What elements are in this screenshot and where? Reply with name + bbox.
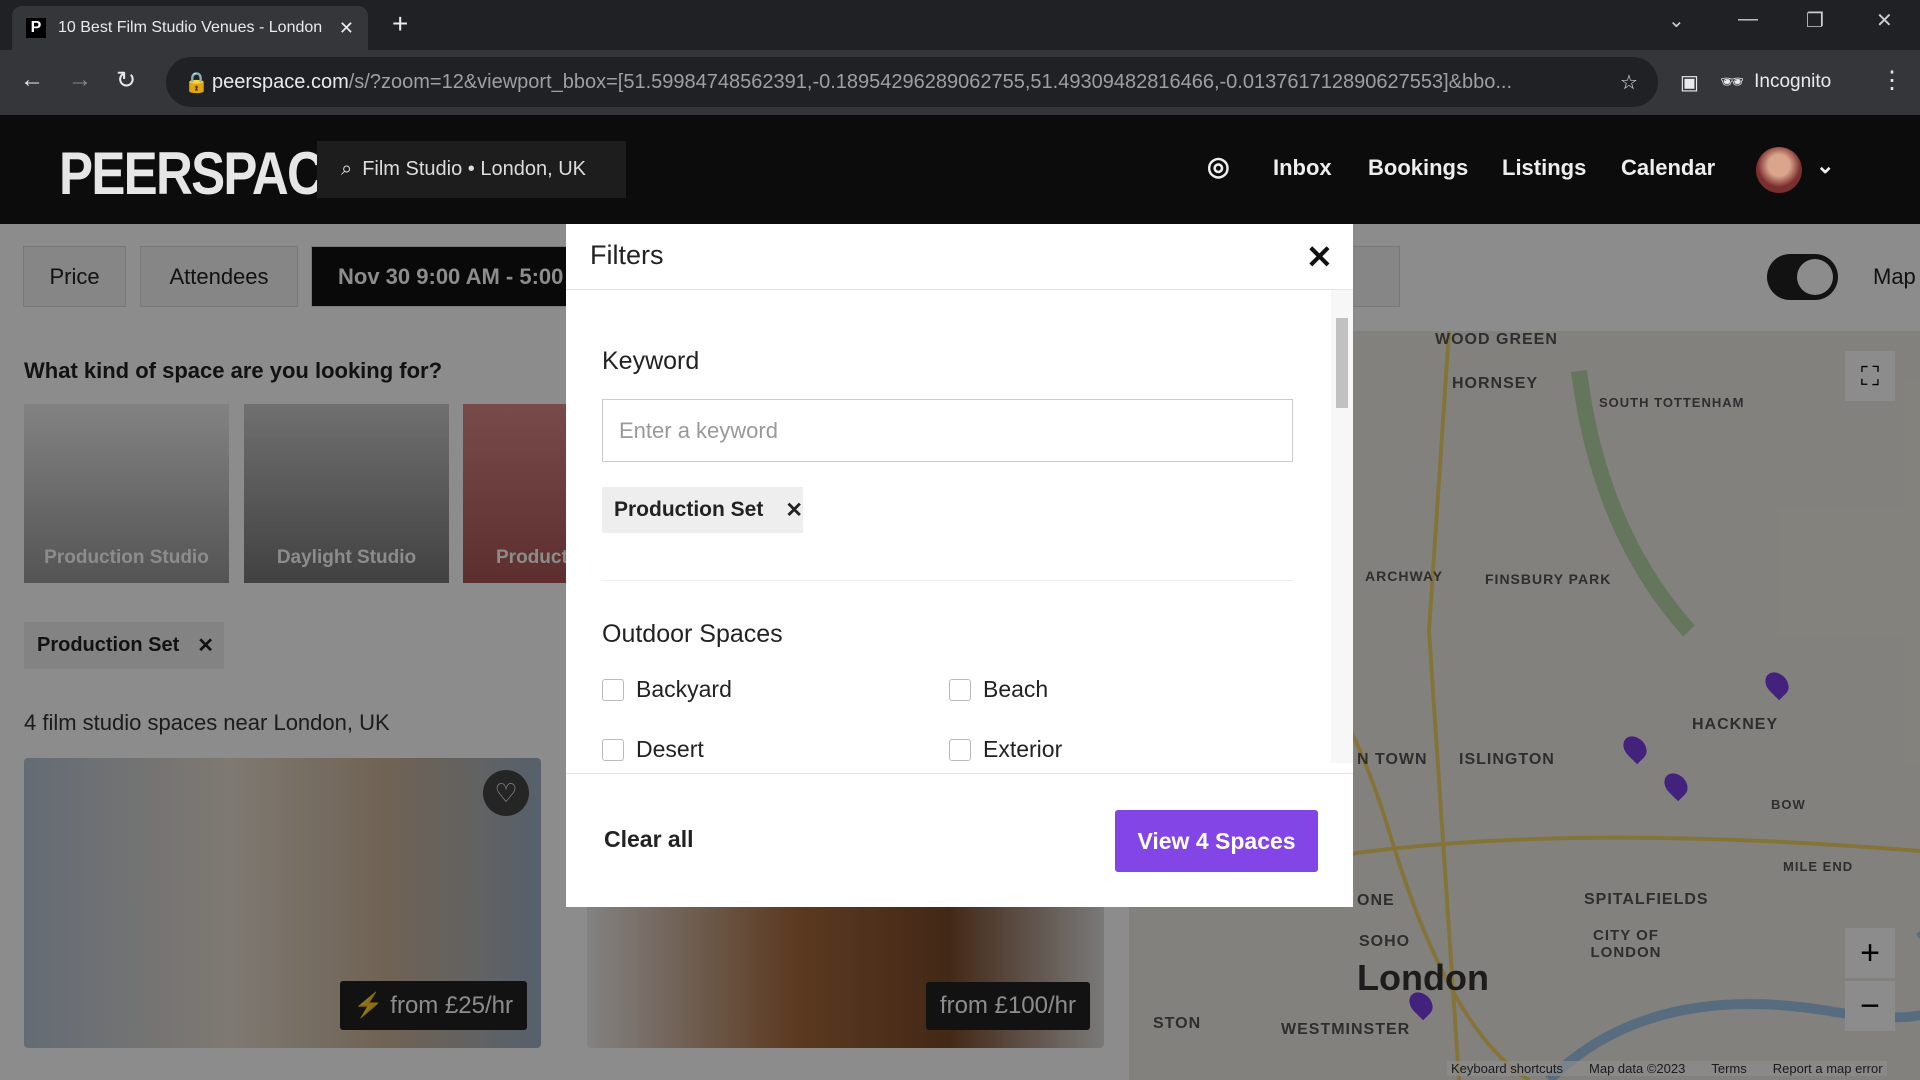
checkbox-desert[interactable]: Desert [602, 736, 704, 763]
incognito-icon: 🕶 [1720, 72, 1745, 93]
checkbox-beach[interactable]: Beach [949, 676, 1048, 703]
close-tab-icon[interactable]: ✕ [339, 18, 354, 39]
new-tab-icon[interactable]: + [392, 8, 408, 40]
back-icon[interactable]: ← [20, 66, 44, 94]
modal-header: Filters ✕ [566, 224, 1353, 290]
checkbox-exterior[interactable]: Exterior [949, 736, 1062, 763]
profile-button[interactable]: 🕶 Incognito [1720, 57, 1831, 107]
favicon-icon: P [26, 18, 46, 38]
forward-icon[interactable]: → [68, 66, 92, 94]
side-panel-icon[interactable]: ▣ [1680, 70, 1699, 95]
checkbox-label: Backyard [636, 676, 732, 702]
nav-listings[interactable]: Listings [1502, 155, 1586, 181]
checkbox[interactable] [949, 738, 971, 761]
url-path: /s/?zoom=12&viewport_bbox=[51.5998474856… [348, 70, 1513, 93]
close-icon[interactable]: ✕ [1306, 238, 1333, 276]
avatar[interactable] [1756, 147, 1802, 193]
minimize-icon[interactable]: — [1738, 8, 1758, 31]
checkbox[interactable] [602, 738, 624, 761]
modal-title: Filters [590, 240, 664, 270]
profile-label: Incognito [1754, 71, 1832, 92]
checkbox-label: Exterior [983, 736, 1063, 762]
chip-label: Production Set [614, 498, 764, 521]
tab-search-icon[interactable]: ⌄ [1668, 8, 1685, 33]
checkbox-backyard[interactable]: Backyard [602, 676, 732, 703]
modal-scrollbar[interactable] [1331, 290, 1353, 763]
search-box[interactable]: ⌕ Film Studio • London, UK [317, 141, 626, 198]
divider [602, 580, 1293, 581]
nav-calendar[interactable]: Calendar [1621, 155, 1715, 181]
checkbox-label: Beach [983, 676, 1049, 702]
restore-icon[interactable]: ❐ [1806, 8, 1824, 33]
menu-icon[interactable]: ⋮ [1880, 66, 1904, 95]
browser-tab-bar: P 10 Best Film Studio Venues - London ✕ … [0, 0, 1920, 50]
logo[interactable]: PEERSPACE [59, 139, 356, 208]
nav-inbox[interactable]: Inbox [1273, 155, 1332, 181]
checkbox[interactable] [602, 678, 624, 701]
checkbox[interactable] [949, 678, 971, 701]
search-text: Film Studio • London, UK [362, 158, 586, 180]
clear-all-button[interactable]: Clear all [604, 826, 694, 853]
site-header: PEERSPACE ⌕ Film Studio • London, UK ◎ In… [0, 115, 1920, 224]
browser-tab[interactable]: P 10 Best Film Studio Venues - London ✕ [12, 6, 368, 50]
remove-chip-icon[interactable]: ✕ [785, 498, 803, 523]
search-icon: ⌕ [341, 158, 353, 180]
keyword-heading: Keyword [602, 347, 700, 375]
lock-icon: 🔒 [184, 71, 209, 94]
address-bar-row: ← → ↻ 🔒 peerspace.com/s/?zoom=12&viewpor… [0, 50, 1920, 115]
url-input[interactable]: 🔒 peerspace.com/s/?zoom=12&viewport_bbox… [166, 57, 1658, 107]
nav-bookings[interactable]: Bookings [1368, 155, 1468, 181]
globe-icon[interactable]: ◎ [1207, 151, 1230, 182]
filters-modal: Filters ✕ Keyword Production Set ✕ Outdoo… [566, 224, 1353, 907]
keyword-input[interactable] [602, 399, 1293, 462]
reload-icon[interactable]: ↻ [116, 66, 136, 95]
outdoor-spaces-heading: Outdoor Spaces [602, 620, 783, 648]
tab-title: 10 Best Film Studio Venues - London [58, 19, 323, 36]
bookmark-star-icon[interactable]: ☆ [1620, 70, 1638, 95]
modal-footer: Clear all View 4 Spaces [566, 773, 1353, 907]
chevron-down-icon[interactable]: ⌄ [1816, 153, 1834, 179]
url-domain: peerspace.com [212, 70, 349, 93]
close-window-icon[interactable]: ✕ [1876, 8, 1893, 33]
view-spaces-button[interactable]: View 4 Spaces [1115, 810, 1318, 872]
keyword-chip[interactable]: Production Set ✕ [602, 487, 803, 533]
checkbox-label: Desert [636, 736, 704, 762]
